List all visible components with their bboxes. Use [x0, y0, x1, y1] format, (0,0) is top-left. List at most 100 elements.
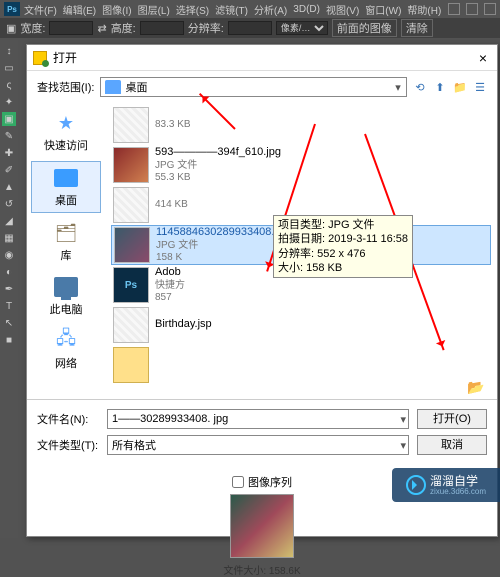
arrange-icon[interactable] — [466, 3, 478, 15]
swap-icon[interactable]: ⇄ — [97, 22, 106, 35]
brush-tool[interactable]: ✐ — [2, 163, 16, 177]
sidebar-item-label: 快速访问 — [44, 137, 88, 153]
menu-analyze[interactable]: 分析(A) — [252, 2, 289, 17]
pen-tool[interactable]: ✒ — [2, 282, 16, 296]
blur-tool[interactable]: ◉ — [2, 248, 16, 262]
desktop-icon — [52, 166, 80, 190]
resolution-input[interactable] — [228, 21, 272, 35]
file-thumb — [113, 107, 149, 143]
filename-value: 1——30289933408. jpg — [112, 413, 228, 425]
cancel-button[interactable]: 取消 — [417, 435, 487, 455]
lookin-combo[interactable]: 桌面 ▾ — [100, 77, 407, 97]
eyedropper-tool[interactable]: ✎ — [2, 129, 16, 143]
open-dialog: 打开 × 查找范围(I): 桌面 ▾ ⟲ ⬆ 📁 ☰ ★ 快速访问 桌面 — [26, 44, 498, 537]
lookin-value: 桌面 — [125, 79, 390, 95]
menu-image[interactable]: 图像(I) — [100, 2, 133, 17]
close-icon[interactable]: × — [475, 50, 491, 66]
arrange-icon[interactable] — [484, 3, 496, 15]
menu-layer[interactable]: 图层(L) — [136, 2, 172, 17]
arrange-icon[interactable] — [448, 3, 460, 15]
file-row[interactable] — [111, 345, 491, 385]
filetype-label: 文件类型(T): — [37, 437, 99, 453]
shape-tool[interactable]: ■ — [2, 333, 16, 347]
window-arrange-icons — [448, 3, 496, 15]
width-input[interactable] — [49, 21, 93, 35]
clear-button[interactable]: 清除 — [401, 19, 433, 37]
file-thumb — [113, 147, 149, 183]
eraser-tool[interactable]: ◢ — [2, 214, 16, 228]
filetype-value: 所有格式 — [112, 437, 156, 453]
chevron-down-icon: ▾ — [400, 413, 406, 426]
dialog-titlebar: 打开 × — [27, 45, 497, 71]
new-folder-icon[interactable]: 📁 — [453, 81, 467, 94]
new-item-icon[interactable]: 📂 — [467, 379, 485, 397]
options-bar: ▣ 宽度: ⇄ 高度: 分辨率: 像素/… 前面的图像 清除 — [0, 18, 500, 38]
move-tool[interactable]: ↕ — [2, 44, 16, 58]
chevron-down-icon: ▾ — [400, 439, 406, 452]
path-tool[interactable]: ↖ — [2, 316, 16, 330]
menu-filter[interactable]: 滤镜(T) — [213, 2, 250, 17]
play-icon — [406, 475, 426, 495]
sidebar-network[interactable]: 🖧 网络 — [31, 325, 101, 375]
menu-window[interactable]: 窗口(W) — [363, 2, 403, 17]
gradient-tool[interactable]: ▦ — [2, 231, 16, 245]
up-icon[interactable]: ⬆ — [433, 81, 447, 94]
file-thumb: Ps — [113, 267, 149, 303]
open-button[interactable]: 打开(O) — [417, 409, 487, 429]
file-type: 快捷方 — [155, 280, 185, 292]
back-icon[interactable]: ⟲ — [413, 81, 427, 94]
file-size: 857 — [155, 292, 185, 304]
file-row[interactable]: 83.3 KB — [111, 105, 491, 145]
dodge-tool[interactable]: ◐ — [2, 265, 16, 279]
thispc-icon — [52, 275, 80, 299]
file-name: 593————394f_610.jpg — [155, 146, 281, 159]
app-logo: Ps — [4, 2, 20, 16]
wand-tool[interactable]: ✦ — [2, 95, 16, 109]
watermark-sub: zixue.3d66.com — [430, 487, 486, 496]
sidebar-quick-access[interactable]: ★ 快速访问 — [31, 107, 101, 157]
tool-palette: ↕ ▭ ς ✦ ▣ ✎ ✚ ✐ ▲ ↺ ◢ ▦ ◉ ◐ ✒ T ↖ ■ — [0, 40, 18, 538]
height-input[interactable] — [140, 21, 184, 35]
heal-tool[interactable]: ✚ — [2, 146, 16, 160]
unit-select[interactable]: 像素/… — [276, 21, 328, 35]
file-size: 414 KB — [155, 199, 188, 211]
image-sequence-label: 图像序列 — [248, 474, 292, 490]
sidebar-thispc[interactable]: 此电脑 — [31, 271, 101, 321]
menu-select[interactable]: 选择(S) — [174, 2, 211, 17]
file-size: 55.3 KB — [155, 172, 281, 184]
file-thumb — [113, 187, 149, 223]
menu-3d[interactable]: 3D(D) — [291, 4, 322, 15]
sidebar-item-label: 库 — [61, 247, 72, 263]
filename-combo[interactable]: 1——30289933408. jpg ▾ — [107, 409, 409, 429]
form-area: 文件名(N): 1——30289933408. jpg ▾ 打开(O) 文件类型… — [27, 399, 497, 464]
views-icon[interactable]: ☰ — [473, 81, 487, 94]
file-thumb — [113, 307, 149, 343]
history-tool[interactable]: ↺ — [2, 197, 16, 211]
filetype-combo[interactable]: 所有格式 ▾ — [107, 435, 409, 455]
image-sequence-checkbox[interactable] — [232, 476, 244, 488]
menu-file[interactable]: 文件(F) — [22, 2, 59, 17]
menu-help[interactable]: 帮助(H) — [405, 2, 443, 17]
text-tool[interactable]: T — [2, 299, 16, 313]
menu-view[interactable]: 视图(V) — [324, 2, 361, 17]
sidebar-library[interactable]: 🗂 库 — [31, 217, 101, 267]
watermark-title: 溜溜自学 — [430, 475, 486, 487]
file-thumb — [114, 227, 150, 263]
sidebar-desktop[interactable]: 桌面 — [31, 161, 101, 213]
network-icon: 🖧 — [52, 329, 80, 353]
front-image-button[interactable]: 前面的图像 — [332, 19, 397, 37]
lasso-tool[interactable]: ς — [2, 78, 16, 92]
folder-thumb — [113, 347, 149, 383]
resolution-label: 分辨率: — [188, 20, 224, 36]
height-label: 高度: — [111, 20, 136, 36]
file-list[interactable]: 83.3 KB 593————394f_610.jpg JPG 文件 55.3 … — [105, 103, 497, 399]
crop-icon: ▣ — [6, 22, 16, 35]
nav-icons: ⟲ ⬆ 📁 ☰ — [413, 81, 487, 94]
open-icon — [33, 51, 47, 65]
stamp-tool[interactable]: ▲ — [2, 180, 16, 194]
preview-filesize: 文件大小: 158.6K — [223, 562, 300, 577]
menu-edit[interactable]: 编辑(E) — [61, 2, 98, 17]
quick-access-icon: ★ — [52, 111, 80, 135]
crop-tool[interactable]: ▣ — [2, 112, 16, 126]
marquee-tool[interactable]: ▭ — [2, 61, 16, 75]
